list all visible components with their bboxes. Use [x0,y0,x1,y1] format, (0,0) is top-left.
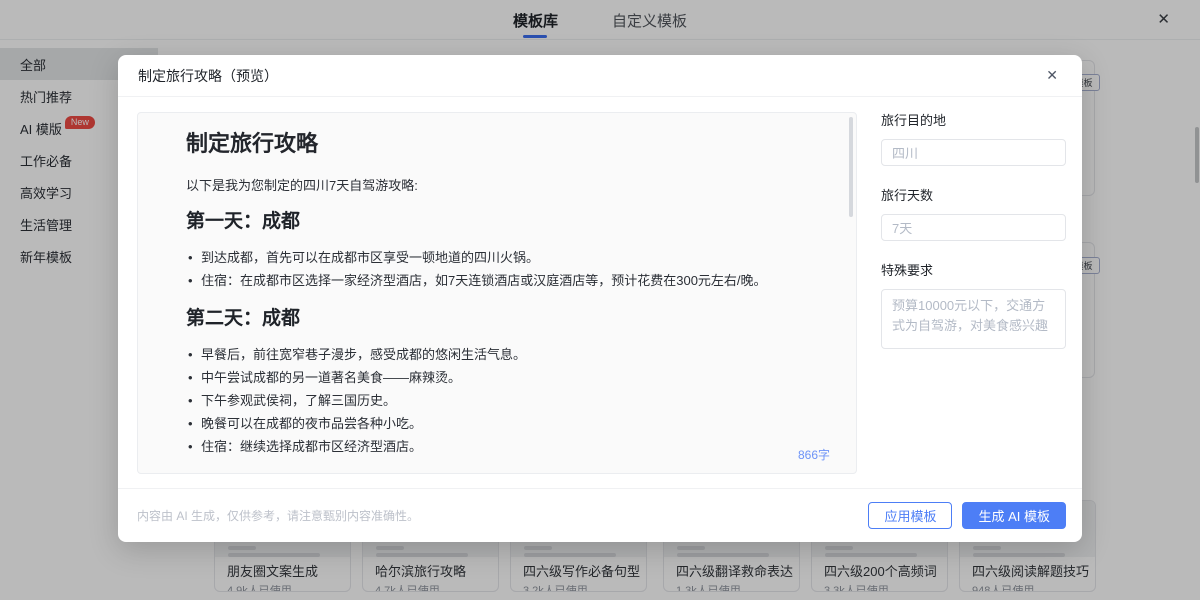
modal-footer: 内容由 AI 生成，仅供参考，请注意甄别内容准确性。 应用模板 生成 AI 模板 [118,488,1082,542]
day1-bullet-list: 到达成都，首先可以在成都市区享受一顿地道的四川火锅。 住宿：在成都市区选择一家经… [186,247,816,292]
requirements-textarea[interactable]: 预算10000元以下，交通方式为自驾游，对美食感兴趣 [881,289,1066,349]
days-input[interactable] [881,214,1066,241]
bullet-item: 早餐后，前往宽窄巷子漫步，感受成都的悠闲生活气息。 [186,344,816,366]
document-preview-card[interactable]: 制定旅行攻略 以下是我为您制定的四川7天自驾游攻略: 第一天：成都 到达成都，首… [137,112,857,474]
bullet-item: 晚餐可以在成都的夜市品尝各种小吃。 [186,413,816,435]
modal-header: 制定旅行攻略（预览） ✕ [118,55,1082,97]
bullet-item: 下午参观武侯祠，了解三国历史。 [186,390,816,412]
travel-plan-preview-modal: 制定旅行攻略（预览） ✕ 制定旅行攻略 以下是我为您制定的四川7天自驾游攻略: … [118,55,1082,542]
destination-label: 旅行目的地 [881,110,1066,129]
modal-body: 制定旅行攻略 以下是我为您制定的四川7天自驾游攻略: 第一天：成都 到达成都，首… [118,97,1082,488]
template-form-pane: 旅行目的地 旅行天数 特殊要求 预算10000元以下，交通方式为自驾游，对美食感… [858,97,1082,488]
word-count: 866字 [798,446,830,463]
days-field-group: 旅行天数 [881,185,1066,241]
day1-heading: 第一天：成都 [186,209,816,235]
document-title: 制定旅行攻略 [186,129,816,159]
apply-template-button[interactable]: 应用模板 [868,502,952,529]
requirements-label: 特殊要求 [881,260,1066,279]
day2-bullet-list: 早餐后，前往宽窄巷子漫步，感受成都的悠闲生活气息。 中午尝试成都的另一道著名美食… [186,344,816,458]
requirements-field-group: 特殊要求 预算10000元以下，交通方式为自驾游，对美食感兴趣 [881,260,1066,354]
bullet-item: 到达成都，首先可以在成都市区享受一顿地道的四川火锅。 [186,247,816,269]
modal-title: 制定旅行攻略（预览） [138,66,278,86]
bullet-item: 中午尝试成都的另一道著名美食——麻辣烫。 [186,367,816,389]
document-scrollbar-thumb[interactable] [849,117,853,217]
template-library-page: 模板库 自定义模板 ✕ 全部 热门推荐 AI 模版 New [0,0,1200,600]
destination-input[interactable] [881,139,1066,166]
document-intro: 以下是我为您制定的四川7天自驾游攻略: [186,177,816,195]
document-preview-pane: 制定旅行攻略 以下是我为您制定的四川7天自驾游攻略: 第一天：成都 到达成都，首… [118,97,858,488]
footer-buttons: 应用模板 生成 AI 模板 [868,502,1066,529]
generate-ai-template-button[interactable]: 生成 AI 模板 [962,502,1066,529]
days-label: 旅行天数 [881,185,1066,204]
destination-field-group: 旅行目的地 [881,110,1066,166]
bullet-item: 住宿：在成都市区选择一家经济型酒店，如7天连锁酒店或汉庭酒店等，预计花费在300… [186,270,816,292]
ai-disclaimer-text: 内容由 AI 生成，仅供参考，请注意甄别内容准确性。 [137,507,419,524]
day2-heading: 第二天：成都 [186,306,816,332]
modal-close-icon[interactable]: ✕ [1042,65,1062,86]
bullet-item: 住宿：继续选择成都市区经济型酒店。 [186,436,816,458]
